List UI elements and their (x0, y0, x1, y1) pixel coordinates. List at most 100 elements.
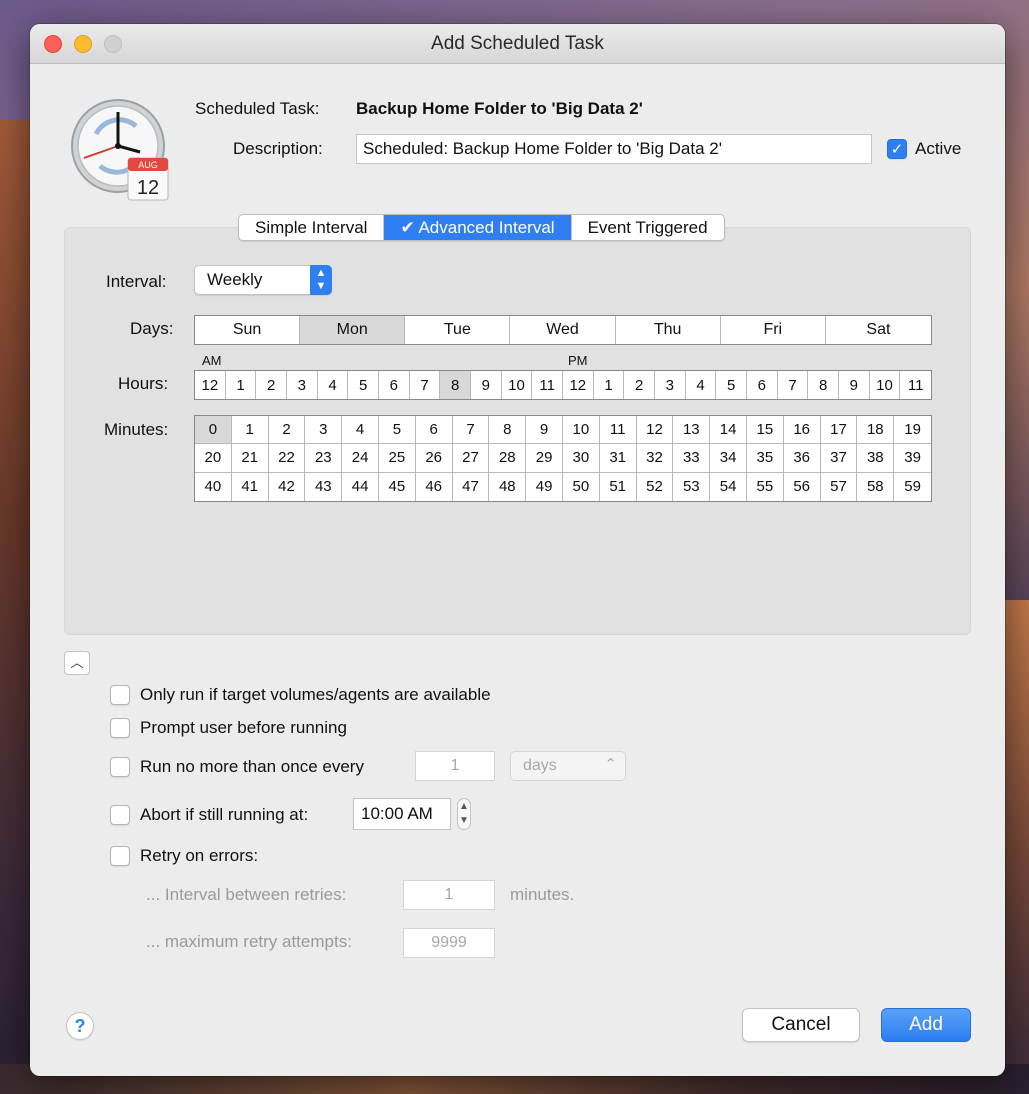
interval-select[interactable]: Weekly ▲ ▼ (194, 265, 332, 295)
day-cell-sun[interactable]: Sun (195, 316, 301, 344)
minute-cell[interactable]: 8 (489, 416, 527, 445)
minute-cell[interactable]: 15 (746, 416, 784, 445)
minute-cell[interactable]: 7 (452, 416, 490, 445)
minute-cell[interactable]: 1 (231, 416, 269, 445)
minute-cell[interactable]: 12 (636, 416, 674, 445)
tab-event-triggered[interactable]: Event Triggered (572, 215, 724, 240)
minute-cell[interactable]: 22 (268, 444, 306, 473)
hour-cell[interactable]: 2 (624, 371, 655, 399)
minute-cell[interactable]: 33 (673, 444, 711, 473)
minute-cell[interactable]: 34 (710, 444, 747, 473)
minute-cell[interactable]: 6 (415, 416, 453, 445)
minute-cell[interactable]: 46 (416, 472, 453, 501)
minute-cell[interactable]: 57 (821, 472, 858, 501)
minute-cell[interactable]: 41 (232, 472, 269, 501)
minute-cell[interactable]: 3 (305, 416, 343, 445)
minute-cell[interactable]: 26 (415, 444, 453, 473)
minute-cell[interactable]: 19 (894, 416, 931, 445)
minute-cell[interactable]: 50 (563, 472, 600, 501)
hour-cell[interactable]: 5 (348, 371, 379, 399)
hour-cell[interactable]: 8 (440, 371, 471, 399)
minute-cell[interactable]: 23 (305, 444, 343, 473)
minute-cell[interactable]: 35 (746, 444, 784, 473)
day-cell-thu[interactable]: Thu (616, 316, 721, 344)
minute-cell[interactable]: 43 (305, 472, 343, 501)
hour-cell[interactable]: 12 (195, 371, 226, 399)
minute-cell[interactable]: 5 (378, 416, 416, 445)
day-cell-wed[interactable]: Wed (510, 316, 616, 344)
hour-cell[interactable]: 7 (410, 371, 441, 399)
minute-cell[interactable]: 55 (747, 472, 784, 501)
minute-cell[interactable]: 54 (710, 472, 747, 501)
hour-cell[interactable]: 3 (655, 371, 686, 399)
minute-cell[interactable]: 21 (231, 444, 269, 473)
retry-interval-field[interactable]: 1 (403, 880, 495, 910)
abort-time-field[interactable]: 10:00 AM (353, 798, 451, 830)
minute-cell[interactable]: 52 (637, 472, 674, 501)
run-no-more-checkbox[interactable] (110, 757, 130, 777)
day-cell-fri[interactable]: Fri (721, 316, 826, 344)
hour-cell[interactable]: 6 (379, 371, 410, 399)
hour-cell[interactable]: 3 (287, 371, 318, 399)
minute-cell[interactable]: 24 (342, 444, 379, 473)
tab-simple-interval[interactable]: Simple Interval (239, 215, 385, 240)
active-checkbox[interactable]: ✓ (887, 139, 907, 159)
minute-cell[interactable]: 10 (562, 416, 600, 445)
hour-cell[interactable]: 9 (839, 371, 870, 399)
minute-cell[interactable]: 20 (195, 444, 232, 473)
hour-cell[interactable]: 8 (808, 371, 839, 399)
minute-cell[interactable]: 17 (820, 416, 858, 445)
day-cell-sat[interactable]: Sat (826, 316, 931, 344)
minute-cell[interactable]: 36 (783, 444, 821, 473)
day-cell-tue[interactable]: Tue (405, 316, 511, 344)
hour-cell[interactable]: 4 (318, 371, 349, 399)
hour-cell[interactable]: 11 (532, 371, 563, 399)
hour-cell[interactable]: 12 (563, 371, 594, 399)
hour-cell[interactable]: 2 (256, 371, 287, 399)
cancel-button[interactable]: Cancel (742, 1008, 860, 1042)
hour-cell[interactable]: 11 (900, 371, 931, 399)
run-no-more-unit-select[interactable]: days ⌃ (510, 751, 626, 781)
disclosure-button[interactable]: ︿ (64, 651, 90, 675)
run-no-more-field[interactable]: 1 (415, 751, 495, 781)
minute-cell[interactable]: 48 (489, 472, 527, 501)
help-button[interactable]: ? (66, 1012, 94, 1040)
hour-cell[interactable]: 10 (502, 371, 533, 399)
minute-cell[interactable]: 42 (269, 472, 306, 501)
minute-cell[interactable]: 4 (342, 416, 379, 445)
hour-cell[interactable]: 4 (686, 371, 717, 399)
minute-cell[interactable]: 59 (894, 473, 931, 501)
retry-max-field[interactable]: 9999 (403, 928, 495, 958)
minute-cell[interactable]: 0 (195, 416, 232, 445)
minute-cell[interactable]: 58 (857, 472, 895, 501)
minute-cell[interactable]: 16 (783, 416, 821, 445)
minute-cell[interactable]: 39 (894, 444, 931, 473)
minute-cell[interactable]: 31 (599, 444, 637, 473)
minute-cell[interactable]: 28 (489, 444, 527, 473)
minute-cell[interactable]: 40 (195, 472, 232, 501)
minute-cell[interactable]: 45 (379, 472, 416, 501)
minute-cell[interactable]: 29 (526, 444, 563, 473)
minute-cell[interactable]: 30 (562, 444, 600, 473)
minute-cell[interactable]: 11 (599, 416, 637, 445)
prompt-user-checkbox[interactable] (110, 718, 130, 738)
minute-cell[interactable]: 37 (820, 444, 858, 473)
abort-checkbox[interactable] (110, 805, 130, 825)
minute-cell[interactable]: 56 (784, 472, 821, 501)
only-run-checkbox[interactable] (110, 685, 130, 705)
minute-cell[interactable]: 51 (600, 472, 637, 501)
hour-cell[interactable]: 1 (226, 371, 257, 399)
hour-cell[interactable]: 6 (747, 371, 778, 399)
hour-cell[interactable]: 5 (716, 371, 747, 399)
tab-advanced-interval[interactable]: ✔ Advanced Interval (384, 215, 572, 240)
abort-time-stepper[interactable]: ▲ ▼ (457, 798, 471, 830)
hour-cell[interactable]: 10 (870, 371, 901, 399)
minute-cell[interactable]: 44 (342, 472, 379, 501)
hour-cell[interactable]: 9 (471, 371, 502, 399)
description-field[interactable]: Scheduled: Backup Home Folder to 'Big Da… (356, 134, 872, 164)
minute-cell[interactable]: 27 (452, 444, 490, 473)
minute-cell[interactable]: 49 (526, 472, 563, 501)
minute-cell[interactable]: 18 (857, 416, 895, 445)
hour-cell[interactable]: 1 (594, 371, 625, 399)
retry-checkbox[interactable] (110, 846, 130, 866)
